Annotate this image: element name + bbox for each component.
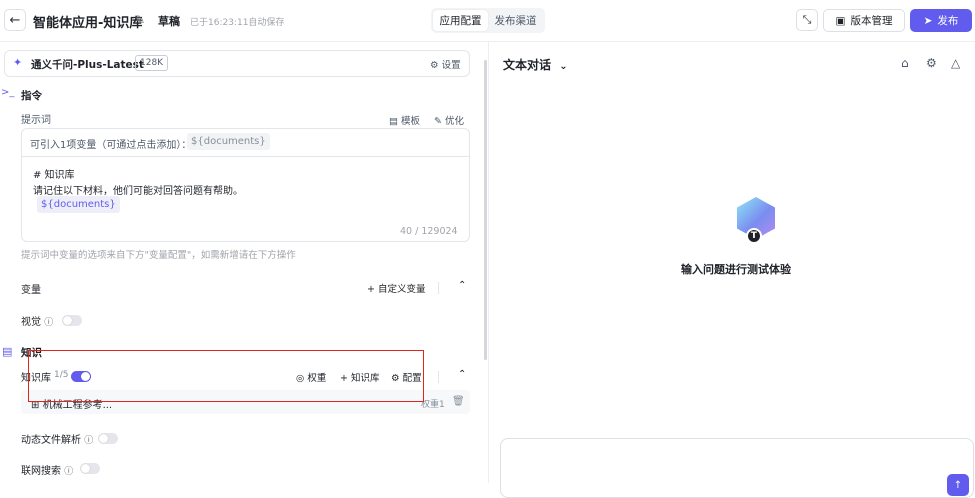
variables-label: 变量 <box>21 285 41 296</box>
avatar-badge: T <box>746 228 762 244</box>
version-management-label: 版本管理 <box>850 15 893 27</box>
prompt-line[interactable]: 请记住以下材料，他们可能对回答问题有帮助。 <box>33 182 243 197</box>
chat-input[interactable] <box>500 438 974 498</box>
info-icon: ⓘ <box>84 436 94 446</box>
clear-icon[interactable]: ⌂ <box>901 56 909 70</box>
highlight-box <box>28 350 424 402</box>
char-count: 40 / 129024 <box>400 226 458 237</box>
publish-button[interactable]: ➤ 发布 <box>910 9 972 32</box>
page-title: 智能体应用-知识库 <box>33 16 143 31</box>
collapse-button[interactable]: ⤡ <box>796 9 818 31</box>
context-badge: 128K <box>135 55 169 71</box>
arrow-left-icon: ← <box>9 12 21 28</box>
publish-label: 发布 <box>937 15 959 27</box>
vision-toggle[interactable] <box>62 315 82 326</box>
template-button[interactable]: ▤ 模板 <box>389 113 420 127</box>
web-search-toggle[interactable] <box>80 463 100 474</box>
edit-title-icon[interactable]: ✎ <box>135 13 145 27</box>
chat-mode-selector[interactable]: 文本对话 ⌄ <box>503 56 568 73</box>
variable-chip[interactable]: ${documents} <box>187 133 270 150</box>
gear-icon[interactable]: ⚙ <box>926 56 937 70</box>
dynamic-file-label-text: 动态文件解析 <box>21 435 81 446</box>
prompt-variable-chip[interactable]: ${documents} <box>37 196 120 213</box>
prompt-hint: 提示词中变量的选项来自下方"变量配置"，如需新增请在下方操作 <box>21 250 296 261</box>
chevron-up-icon[interactable]: ⌃ <box>458 280 466 291</box>
info-icon: ⓘ <box>44 318 54 328</box>
template-label: 模板 <box>401 116 421 127</box>
arrow-up-icon: ↑ <box>953 479 963 491</box>
divider <box>438 282 439 294</box>
knowledge-book-icon: ▤ <box>2 345 13 358</box>
history-icon: ▣ <box>835 14 846 27</box>
chevron-down-icon: ⌄ <box>559 61 568 72</box>
divider <box>438 371 439 383</box>
custom-variable-label: 自定义变量 <box>378 284 426 295</box>
plus-icon: + <box>367 284 375 295</box>
collapse-icon: ⤡ <box>802 13 812 26</box>
prompt-label: 提示词 <box>21 115 51 126</box>
scrollbar[interactable] <box>484 60 487 360</box>
panel-divider <box>488 42 489 483</box>
empty-state-text: 输入问题进行测试体验 <box>681 263 791 276</box>
dynamic-file-label: 动态文件解析 ⓘ <box>21 431 93 446</box>
gear-icon: ⚙ <box>430 60 439 71</box>
back-button[interactable]: ← <box>4 9 26 31</box>
model-name: 通义千问-Plus-Latest <box>31 59 144 71</box>
document-icon: ▤ <box>389 116 398 127</box>
knowledge-base-weight: 权重1 <box>421 400 445 410</box>
send-icon: ➤ <box>923 14 933 27</box>
autosave-text: 已于16:23:11自动保存 <box>190 18 285 28</box>
chevron-up-icon[interactable]: ⌃ <box>458 369 466 380</box>
vision-label: 视觉 ⓘ <box>21 313 53 328</box>
add-custom-variable-button[interactable]: + 自定义变量 <box>367 281 426 295</box>
model-logo-icon: ✦ <box>13 56 23 69</box>
vision-label-text: 视觉 <box>21 317 41 328</box>
magic-edit-icon: ✎ <box>434 116 442 127</box>
tab-publish-channel[interactable]: 发布渠道 <box>488 10 543 31</box>
config-tabs: 应用配置 发布渠道 <box>431 8 545 33</box>
broom-icon[interactable]: △ <box>951 56 960 70</box>
variable-hint: 可引入1项变量（可通过点击添加）： <box>30 140 192 151</box>
web-search-label: 联网搜索 ⓘ <box>21 462 73 477</box>
status-badge: 草稿 <box>158 15 180 28</box>
chat-mode-label: 文本对话 <box>503 58 552 72</box>
instruction-section-title: 指令 <box>21 90 42 102</box>
model-settings-label: 设置 <box>441 60 461 71</box>
tab-app-config[interactable]: 应用配置 <box>433 10 488 31</box>
trash-icon[interactable]: 🗑 <box>452 396 465 407</box>
version-management-button[interactable]: ▣ 版本管理 <box>823 9 905 32</box>
send-button[interactable]: ↑ <box>947 474 969 496</box>
terminal-icon: >_ <box>1 87 15 98</box>
optimize-label: 优化 <box>445 116 465 127</box>
optimize-button[interactable]: ✎ 优化 <box>434 113 464 127</box>
dynamic-file-toggle[interactable] <box>98 433 118 444</box>
info-icon: ⓘ <box>64 467 74 477</box>
model-settings-button[interactable]: ⚙ 设置 <box>430 57 461 71</box>
web-search-label-text: 联网搜索 <box>21 466 61 477</box>
prompt-line[interactable]: # 知识库 <box>33 166 75 181</box>
